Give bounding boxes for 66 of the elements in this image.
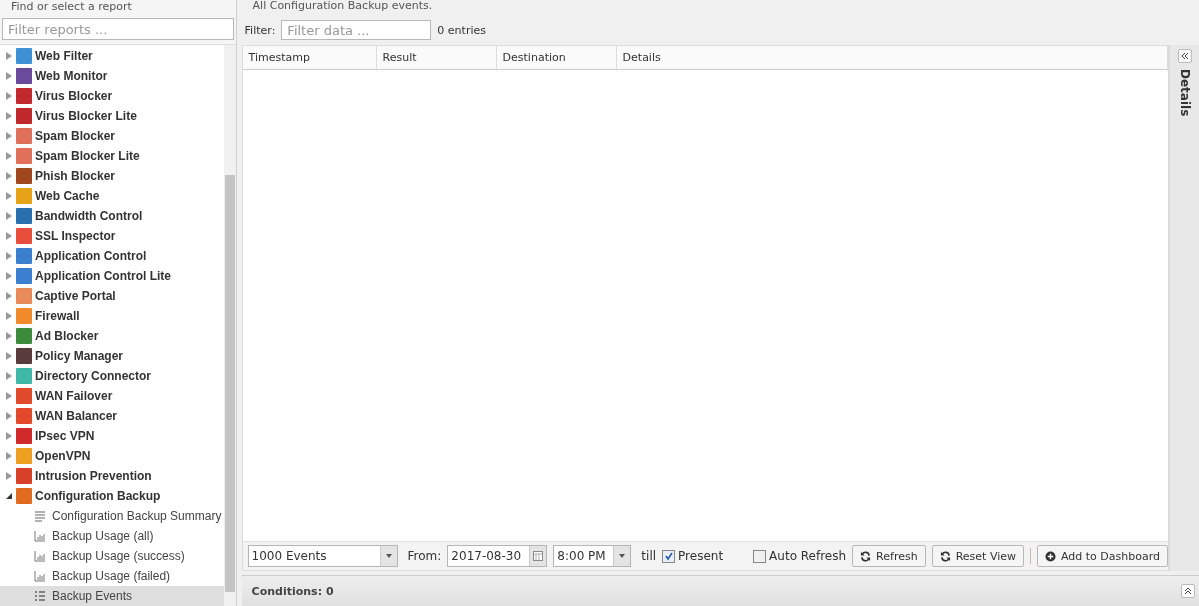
check-icon	[663, 551, 674, 561]
expand-button[interactable]	[1181, 584, 1195, 598]
tree-item[interactable]: Application Control	[0, 246, 224, 266]
tree-item[interactable]: Firewall	[0, 306, 224, 326]
tree-item[interactable]: WAN Balancer	[0, 406, 224, 426]
time-dropdown[interactable]: 8:00 PM	[553, 545, 632, 567]
add-icon	[1045, 550, 1056, 562]
tree-item[interactable]: SSL Inspector	[0, 226, 224, 246]
tree-item[interactable]: Configuration Backup	[0, 486, 224, 506]
tree-item[interactable]: Web Filter	[0, 46, 224, 66]
events-limit-dropdown[interactable]: 1000 Events	[247, 545, 398, 567]
auto-refresh-checkbox[interactable]: Auto Refresh	[753, 549, 847, 563]
tree-item[interactable]: Ad Blocker	[0, 326, 224, 346]
expand-button[interactable]	[1177, 49, 1192, 63]
sidebar-title: Find or select a report	[10, 0, 133, 15]
tree-item[interactable]: Phish Blocker	[0, 166, 224, 186]
text-lines-icon	[34, 510, 46, 522]
tree-item[interactable]: Bandwidth Control	[0, 206, 224, 226]
caret-icon	[379, 546, 397, 566]
filter-label: Filter:	[244, 23, 276, 37]
tree-item[interactable]: Spam Blocker Lite	[0, 146, 224, 166]
calendar-icon	[533, 551, 544, 561]
report-item[interactable]: Configuration Backup Summary	[0, 506, 224, 526]
refresh-icon	[939, 550, 951, 562]
conditions-title: Conditions: 0	[251, 584, 334, 598]
report-item[interactable]: Backup Usage (all)	[0, 526, 224, 546]
bar-chart-icon	[34, 530, 46, 542]
tree-item[interactable]: Web Cache	[0, 186, 224, 206]
tree-item[interactable]: Policy Manager	[0, 346, 224, 366]
toolbar-button[interactable]: Refresh	[852, 545, 926, 567]
tree-item[interactable]: Virus Blocker	[0, 86, 224, 106]
report-item[interactable]: Backup Events	[0, 586, 224, 606]
tree-item[interactable]: Virus Blocker Lite	[0, 106, 224, 126]
filter-data-field[interactable]: Filter data ...	[281, 20, 432, 40]
tree-item[interactable]: IPsec VPN	[0, 426, 224, 446]
report-item[interactable]: Backup Usage (failed)	[0, 566, 224, 586]
tree-item[interactable]: Intrusion Prevention	[0, 466, 224, 486]
column-header[interactable]: Timestamp	[242, 46, 377, 69]
column-header[interactable]: Details	[616, 46, 1168, 69]
filter-reports-field[interactable]: Filter reports ...	[2, 18, 234, 40]
column-header[interactable]: Result	[376, 46, 497, 69]
from-label: From:	[407, 549, 442, 563]
bar-chart-icon	[34, 570, 46, 582]
date-field[interactable]: 2017-08-30	[447, 545, 548, 567]
refresh-icon	[860, 550, 872, 562]
tree-item[interactable]: OpenVPN	[0, 446, 224, 466]
report-item[interactable]: Backup Usage (success)	[0, 546, 224, 566]
tree-item[interactable]: WAN Failover	[0, 386, 224, 406]
toolbar-button[interactable]: Reset View	[931, 545, 1024, 567]
tree-item[interactable]: Captive Portal	[0, 286, 224, 306]
double-chevron-up-icon	[1183, 586, 1193, 596]
tree-item[interactable]: Directory Connector	[0, 366, 224, 386]
details-title: Details	[1177, 69, 1192, 117]
double-chevron-left-icon	[1179, 51, 1190, 61]
report-description: All Configuration Backup events.	[251, 0, 434, 14]
add-to-dashboard-button[interactable]: Add to Dashboard	[1037, 545, 1168, 567]
present-checkbox[interactable]: Present	[662, 549, 724, 563]
caret-icon	[613, 546, 631, 566]
column-header[interactable]: Destination	[496, 46, 617, 69]
bar-chart-icon	[34, 550, 46, 562]
tree-item[interactable]: Application Control Lite	[0, 266, 224, 286]
till-label: till	[641, 549, 657, 563]
tree-item[interactable]: Spam Blocker	[0, 126, 224, 146]
list-icon	[34, 590, 46, 602]
entries-count: 0 entries	[437, 23, 486, 37]
tree-item[interactable]: Web Monitor	[0, 66, 224, 86]
